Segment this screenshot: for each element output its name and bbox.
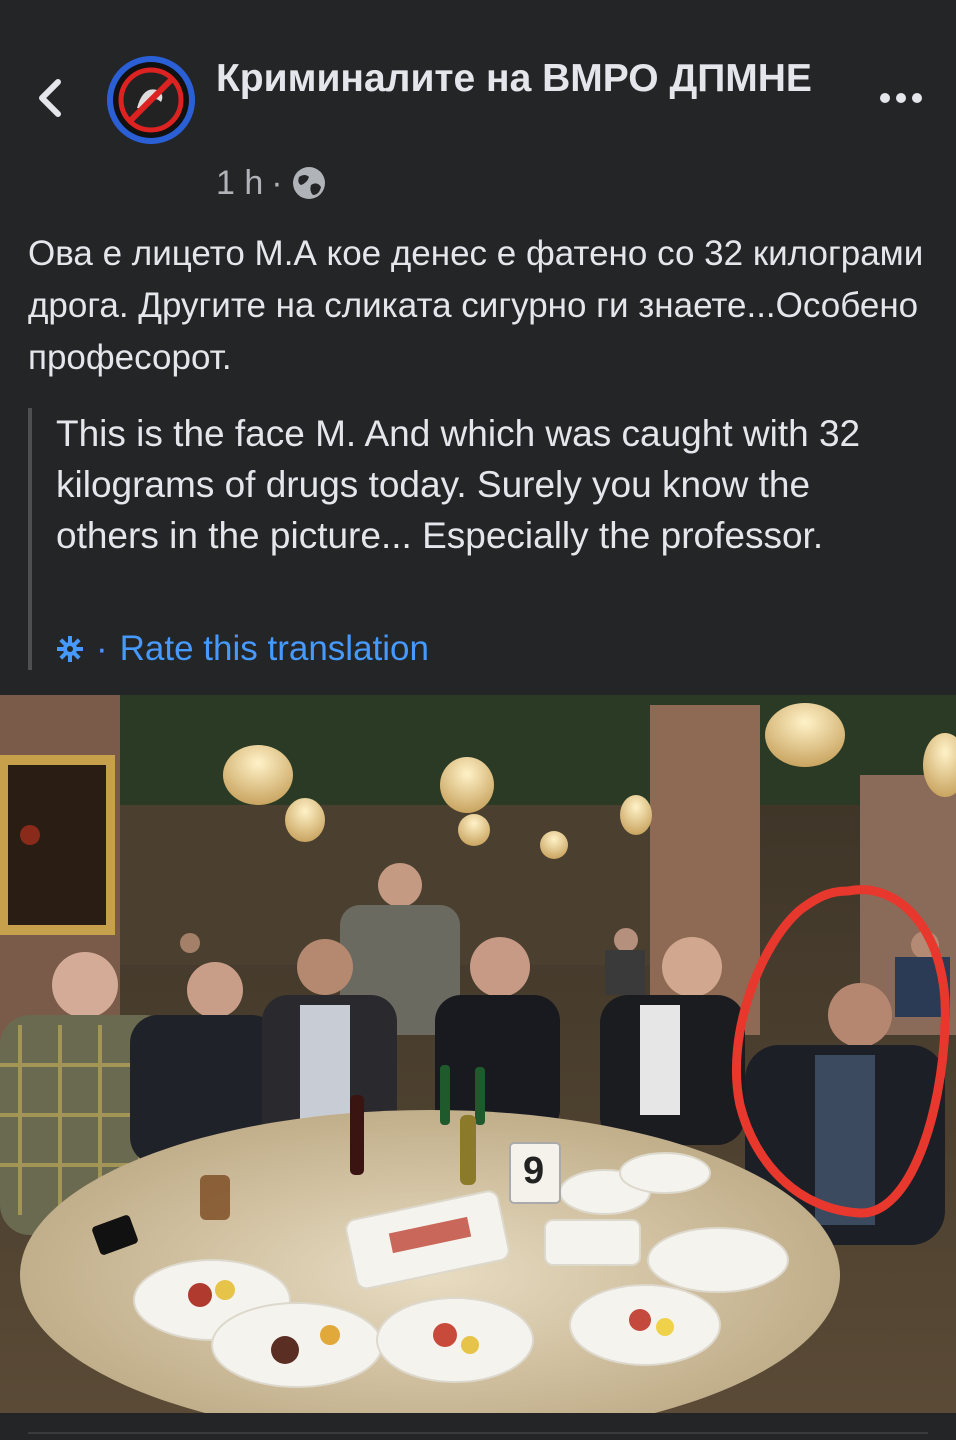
back-button[interactable] — [28, 70, 78, 126]
globe-icon — [292, 167, 325, 199]
table-number-label: 9 — [523, 1150, 545, 1192]
rate-translation-link[interactable]: Rate this translation — [120, 629, 429, 669]
restaurant-photo — [0, 695, 956, 1413]
bottom-area — [0, 1413, 956, 1440]
more-horizontal-icon — [880, 93, 922, 103]
rate-translation-row: · Rate this translation — [56, 626, 429, 672]
chevron-left-icon — [39, 79, 61, 117]
translation-block: This is the face M. And which was caught… — [28, 408, 932, 670]
page-avatar-logo — [107, 56, 195, 144]
post-header: Криминалите на ВМРО ДПМНЕ 1 h · — [0, 0, 956, 210]
translated-text: This is the face M. And which was caught… — [56, 413, 861, 556]
more-options-button[interactable] — [876, 80, 926, 116]
post-photo[interactable]: 9 — [0, 695, 956, 1413]
gear-icon — [57, 636, 83, 662]
post-text: Ова е лицето М.А кое денес е фатено со 3… — [28, 234, 924, 377]
meta-separator: · — [271, 163, 283, 202]
divider — [28, 1432, 928, 1434]
page-avatar[interactable] — [107, 56, 195, 144]
post-screen: Криминалите на ВМРО ДПМНЕ 1 h · Ова е ли… — [0, 0, 956, 1440]
rate-separator: · — [96, 629, 108, 668]
page-name[interactable]: Криминалите на ВМРО ДПМНЕ — [216, 54, 836, 104]
post-time[interactable]: 1 h — [216, 164, 263, 203]
post-meta: 1 h · — [216, 160, 327, 206]
